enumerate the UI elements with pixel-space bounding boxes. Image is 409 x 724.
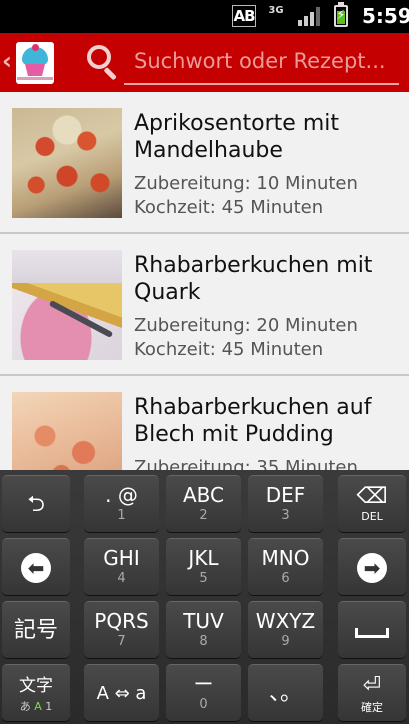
recipe-thumbnail [12,108,122,218]
key-5[interactable]: JKL 5 [166,538,241,595]
recipe-title: Rhabarberkuchen auf Blech mit Pudding [134,395,372,447]
key-8-label: TUV [183,609,224,633]
punctuation-key-label: 、。 [268,681,302,706]
key-8[interactable]: TUV 8 [166,601,241,658]
status-bar: AB 3G ⚡ 5:59 [0,0,409,33]
key-7-digit: 7 [117,634,126,649]
input-mode-label: 文字 [19,676,53,696]
key-4-label: GHI [103,546,140,570]
recipe-list-item[interactable]: Rhabarberkuchen mit Quark Zubereitung: 2… [0,234,409,376]
cursor-right-key[interactable]: ➡ [338,538,406,595]
network-type-icon: 3G [268,5,284,16]
backspace-icon: ⌫ [356,484,388,509]
undo-icon: ⮌ [27,492,45,517]
battery-icon: ⚡ [334,2,348,27]
key-4[interactable]: GHI 4 [84,538,159,595]
input-mode-key[interactable]: 文字 あ A 1 [2,664,70,721]
recipe-cook-time: Kochzeit: 45 Minuten [134,197,324,218]
enter-icon: ⏎ [362,673,382,698]
recipe-thumbnail [12,250,122,360]
key-6[interactable]: MNO 6 [248,538,323,595]
delete-key-label: DEL [361,510,383,523]
key-6-label: MNO [261,546,310,570]
cupcake-logo-icon[interactable] [16,42,54,84]
recipe-prep-time: Zubereitung: 10 Minuten [134,173,358,194]
punctuation-key[interactable]: 、。 [248,664,323,721]
key-7-label: PQRS [94,609,149,633]
key-6-digit: 6 [281,571,290,586]
ime-indicator: AB [232,5,256,27]
search-input[interactable] [124,43,399,79]
recipe-thumbnail [12,392,122,470]
key-3-label: DEF [265,483,306,507]
key-9-label: WXYZ [255,609,316,633]
input-mode-options: あ A 1 [19,700,53,713]
recipe-prep-time: Zubereitung: 35 Minuten [134,457,358,470]
key-1-digit: 1 [117,508,126,523]
key-9-digit: 9 [281,634,290,649]
confirm-key[interactable]: ⏎ 確定 [338,664,406,721]
recipe-title: Aprikosentorte mit Mandelhaube [134,111,339,163]
case-toggle-key[interactable]: A ⇔ a [84,664,159,721]
search-icon[interactable] [85,43,121,81]
key-7[interactable]: PQRS 7 [84,601,159,658]
case-toggle-label: A ⇔ a [96,683,147,704]
key-3-digit: 3 [281,508,290,523]
space-icon [355,628,389,638]
key-0-label: ー [193,672,214,696]
key-5-label: JKL [188,546,219,570]
up-navigation-icon[interactable]: ‹ [2,47,12,75]
signal-icon [298,6,320,26]
undo-key[interactable]: ⮌ [2,475,70,532]
recipe-prep-time: Zubereitung: 20 Minuten [134,315,358,336]
arrow-left-icon: ⬅ [21,553,51,583]
confirm-key-label: 確定 [361,701,383,714]
action-bar: ‹ [0,33,409,92]
recipe-list-item[interactable]: Rhabarberkuchen auf Blech mit Pudding Zu… [0,376,409,470]
space-key[interactable] [338,601,406,658]
key-0-digit: 0 [199,697,208,712]
key-1[interactable]: . @ 1 [84,475,159,532]
recipe-list[interactable]: Aprikosentorte mit Mandelhaube Zubereitu… [0,92,409,470]
cursor-left-key[interactable]: ⬅ [2,538,70,595]
key-8-digit: 8 [199,634,208,649]
key-9[interactable]: WXYZ 9 [248,601,323,658]
key-2-digit: 2 [199,508,208,523]
recipe-title: Rhabarberkuchen mit Quark [134,253,373,305]
symbols-key[interactable]: 記号 [2,601,70,658]
symbols-key-label: 記号 [13,618,58,643]
recipe-list-item[interactable]: Aprikosentorte mit Mandelhaube Zubereitu… [0,92,409,234]
key-5-digit: 5 [199,571,208,586]
key-3[interactable]: DEF 3 [248,475,323,532]
key-1-label: . @ [105,483,138,507]
key-0[interactable]: ー 0 [166,664,241,721]
search-field[interactable] [124,43,399,85]
soft-keyboard: ⮌ . @ 1 ABC 2 DEF 3 ⌫ DEL ⬅ GHI 4 JKL 5 … [0,470,409,724]
recipe-cook-time: Kochzeit: 45 Minuten [134,339,324,360]
key-2[interactable]: ABC 2 [166,475,241,532]
delete-key[interactable]: ⌫ DEL [338,475,406,532]
arrow-right-icon: ➡ [357,553,387,583]
clock: 5:59 [362,4,409,28]
key-4-digit: 4 [117,571,126,586]
key-2-label: ABC [182,483,224,507]
